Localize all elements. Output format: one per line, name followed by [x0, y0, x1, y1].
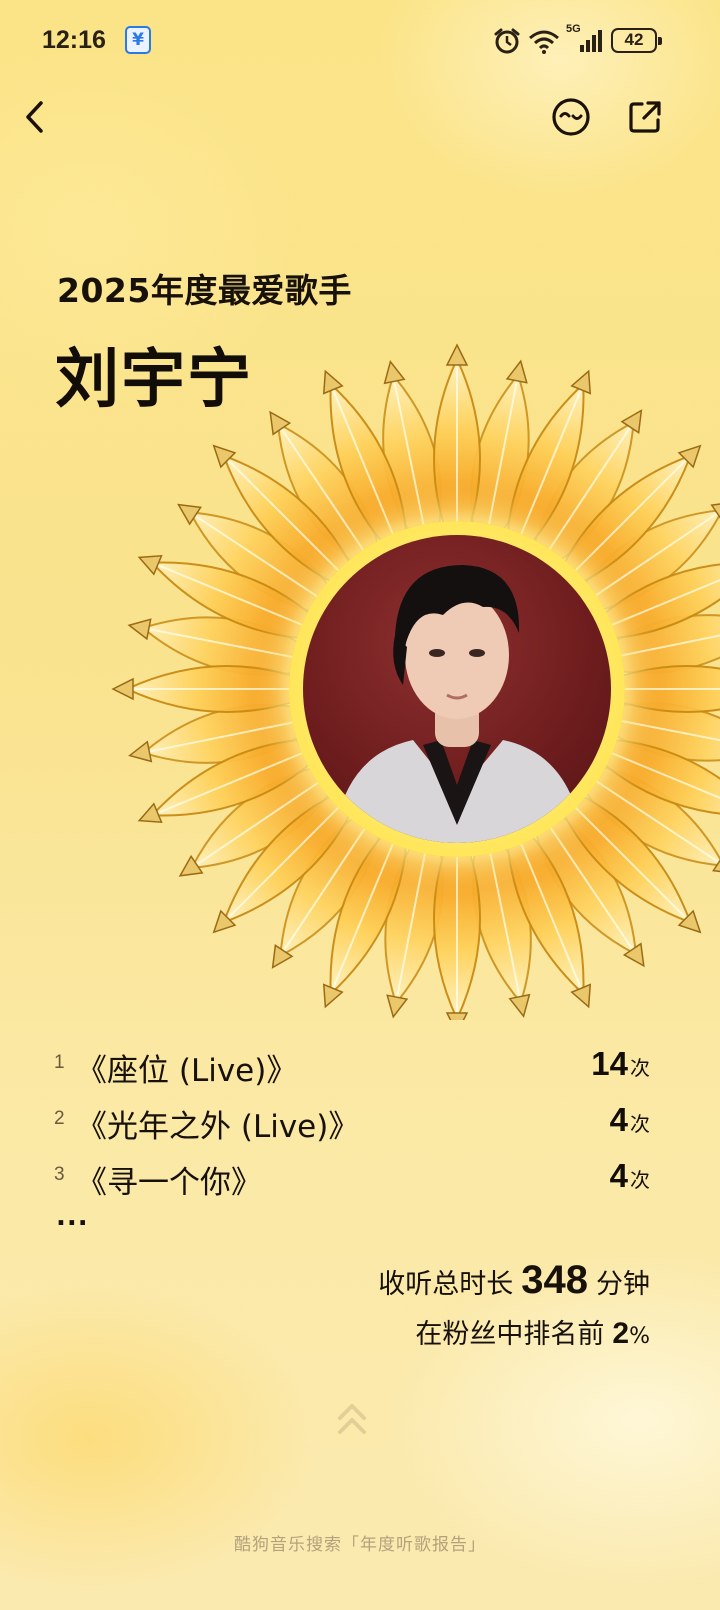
alarm-icon [493, 27, 521, 55]
footer-search-hint: 酷狗音乐搜索「年度听歌报告」 [234, 1535, 486, 1555]
network-type-label: 5G [566, 23, 581, 35]
song-rank: 1 [54, 1052, 65, 1073]
wifi-icon [528, 30, 560, 54]
list-item: 3 《寻一个你》 4次 [54, 1157, 650, 1213]
list-item: 1 《座位 (Live)》 14 次 [54, 1045, 650, 1101]
fan-ranking: 在粉丝中排名前 2% [415, 1317, 650, 1350]
swipe-up-button[interactable] [334, 1400, 370, 1440]
song-rank: 3 [54, 1164, 65, 1185]
song-rank: 2 [54, 1108, 65, 1129]
more-songs-ellipsis: ... [56, 1202, 89, 1232]
share-icon [629, 101, 661, 133]
share-button[interactable] [624, 96, 666, 138]
artist-avatar [303, 535, 611, 843]
list-item: 2 《光年之外 (Live)》 4次 [54, 1101, 650, 1157]
double-chevron-up-icon [338, 1404, 366, 1434]
status-time: 12:16 [42, 26, 106, 54]
chevron-left-icon [26, 101, 43, 133]
song-title: 《寻一个你》 [76, 1165, 262, 1201]
signal-icon [580, 30, 604, 52]
back-button[interactable] [14, 95, 54, 139]
mood-button[interactable] [550, 96, 592, 138]
total-listen-time: 收听总时长 348 分钟 [378, 1258, 650, 1302]
song-title: 《座位 (Live)》 [76, 1053, 298, 1089]
song-play-count: 4次 [609, 1101, 650, 1138]
battery-indicator: 42 [611, 28, 662, 53]
top-songs-list: 1 《座位 (Live)》 14 次 2 《光年之外 (Live)》 4次 3 《… [54, 1045, 650, 1213]
report-subtitle: 2025年度最爱歌手 [57, 271, 352, 310]
song-play-count: 4次 [609, 1157, 650, 1194]
status-bar: 12:16 ¥ 5G 42 [0, 0, 720, 80]
face-icon [552, 98, 590, 136]
app-notification-icon: ¥ [125, 26, 151, 54]
song-title: 《光年之外 (Live)》 [76, 1109, 360, 1145]
song-play-count: 14 次 [591, 1045, 650, 1082]
